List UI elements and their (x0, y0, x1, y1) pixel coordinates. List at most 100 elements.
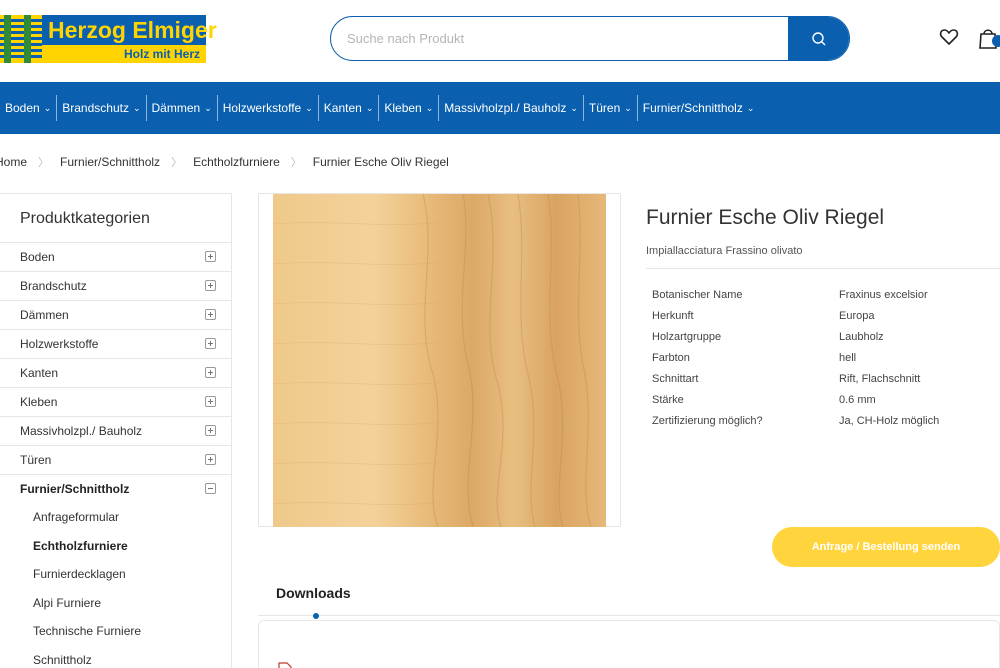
sidebar-item-label: Furnier/Schnittholz (20, 482, 130, 496)
sidebar-item-brandschutz[interactable]: Brandschutz (0, 271, 231, 300)
main-nav: Boden ⌄ Brandschutz ⌄ Dämmen ⌄ Holzwerkstof… (0, 82, 1000, 134)
chevron-down-icon: ⌄ (132, 103, 141, 113)
downloads-panel (258, 620, 1000, 668)
nav-item-massivholz[interactable]: Massivholzpl./ Bauholz ⌄ (439, 82, 583, 134)
expand-icon[interactable] (205, 251, 216, 262)
property-key: Schnittart (652, 373, 699, 385)
expand-icon[interactable] (205, 309, 216, 320)
collapse-icon[interactable] (205, 483, 216, 494)
tab-downloads[interactable]: Downloads (276, 585, 351, 601)
sidebar-subitem-alpi[interactable]: Alpi Furniere (0, 589, 231, 618)
nav-item-label: Kleben (384, 101, 422, 115)
sidebar-item-label: Dämmen (20, 308, 69, 322)
sidebar-subitem-technische[interactable]: Technische Furniere (0, 617, 231, 646)
search-input[interactable] (331, 17, 789, 60)
sidebar-item-massivholz[interactable]: Massivholzpl./ Bauholz (0, 416, 231, 445)
nav-item-kleben[interactable]: Kleben ⌄ (379, 82, 438, 134)
property-value: Fraxinus excelsior (839, 289, 928, 301)
product-subtitle: Impiallacciatura Frassino olivato (646, 245, 803, 257)
nav-item-label: Boden (5, 101, 40, 115)
chevron-down-icon: ⌄ (746, 103, 755, 113)
sidebar-title: Produktkategorien (20, 210, 150, 227)
sidebar-item-label: Kleben (20, 395, 58, 409)
chevron-down-icon: ⌄ (425, 103, 434, 113)
sidebar-subitem-echtholzfurniere[interactable]: Echtholzfurniere (0, 532, 231, 561)
expand-icon[interactable] (205, 454, 216, 465)
breadcrumb-item[interactable]: Echtholzfurniere (193, 155, 280, 169)
pdf-icon[interactable] (278, 662, 292, 668)
breadcrumb-home[interactable]: Home (0, 155, 27, 169)
property-key: Herkunft (652, 310, 694, 322)
sidebar-subitem-schnittholz[interactable]: Schnittholz (0, 646, 231, 668)
nav-item-label: Kanten (323, 101, 362, 115)
property-value: hell (839, 352, 857, 364)
nav-item-label: Türen (588, 101, 621, 115)
sidebar-item-furnier[interactable]: Furnier/Schnittholz (0, 474, 231, 503)
nav-item-label: Massivholzpl./ Bauholz (444, 101, 567, 115)
veneer-swatch-image (273, 194, 606, 527)
tab-underline (258, 615, 1000, 616)
chevron-down-icon: ⌄ (43, 103, 52, 113)
expand-icon[interactable] (205, 338, 216, 349)
category-sidebar: Produktkategorien Boden Brandschutz Dämm… (0, 193, 232, 668)
nav-item-label: Furnier/Schnittholz (642, 101, 743, 115)
sidebar-item-label: Kanten (20, 366, 59, 380)
nav-item-brandschutz[interactable]: Brandschutz ⌄ (57, 82, 145, 134)
divider (646, 268, 1000, 269)
sidebar-item-tueren[interactable]: Türen (0, 445, 231, 474)
sidebar-item-kanten[interactable]: Kanten (0, 358, 231, 387)
heart-icon[interactable] (939, 27, 959, 47)
logo-tagline: Holz mit Herz (42, 45, 206, 63)
sidebar-item-holzwerkstoffe[interactable]: Holzwerkstoffe (0, 329, 231, 358)
sidebar-subitem-anfrageformular[interactable]: Anfrageformular (0, 503, 231, 532)
chevron-down-icon: ⌄ (204, 103, 212, 113)
chevron-right-icon: 〉 (290, 157, 302, 169)
breadcrumb: Home 〉 Furnier/Schnittholz 〉 Echtholzfur… (0, 154, 449, 170)
property-key: Holzartgruppe (652, 331, 722, 343)
bag-icon[interactable] (978, 26, 1000, 50)
logo-mark-icon (0, 15, 42, 63)
search-bar (330, 16, 850, 61)
property-key: Botanischer Name (652, 289, 743, 301)
search-icon (811, 31, 825, 45)
request-order-button[interactable]: Anfrage / Bestellung senden (772, 527, 1000, 567)
property-value: Ja, CH-Holz möglich (839, 415, 940, 427)
nav-item-furnier[interactable]: Furnier/Schnittholz ⌄ (638, 82, 760, 134)
property-value: 0.6 mm (839, 394, 876, 406)
sidebar-item-boden[interactable]: Boden (0, 242, 231, 271)
search-button[interactable] (788, 17, 849, 60)
sidebar-item-label: Boden (20, 250, 55, 264)
chevron-right-icon: 〉 (38, 157, 50, 169)
chevron-down-icon: ⌄ (570, 103, 578, 113)
nav-item-boden[interactable]: Boden ⌄ (0, 82, 56, 134)
nav-item-daemmen[interactable]: Dämmen ⌄ (147, 82, 217, 134)
category-list: Boden Brandschutz Dämmen Holzwerkstoffe … (0, 242, 231, 668)
sidebar-item-kleben[interactable]: Kleben (0, 387, 231, 416)
logo[interactable]: Herzog Elmiger Holz mit Herz (0, 15, 217, 63)
chevron-down-icon: ⌄ (305, 103, 313, 113)
breadcrumb-current: Furnier Esche Oliv Riegel (312, 155, 449, 169)
sidebar-item-label: Brandschutz (20, 279, 87, 293)
site-header: Herzog Elmiger Holz mit Herz (0, 0, 1000, 82)
sidebar-item-label: Massivholzpl./ Bauholz (20, 424, 143, 438)
nav-item-label: Holzwerkstoffe (222, 101, 302, 115)
property-key: Farbton (652, 352, 690, 364)
sidebar-item-daemmen[interactable]: Dämmen (0, 300, 231, 329)
nav-item-holzwerkstoffe[interactable]: Holzwerkstoffe ⌄ (218, 82, 318, 134)
nav-item-label: Dämmen (151, 101, 201, 115)
logo-name: Herzog Elmiger (42, 15, 217, 45)
product-image[interactable] (258, 193, 621, 527)
expand-icon[interactable] (205, 396, 216, 407)
active-tab-indicator (313, 613, 319, 619)
property-value: Laubholz (839, 331, 884, 343)
nav-item-kanten[interactable]: Kanten ⌄ (319, 82, 379, 134)
sidebar-subitem-furnierdecklagen[interactable]: Furnierdecklagen (0, 560, 231, 589)
expand-icon[interactable] (205, 425, 216, 436)
sidebar-item-label: Türen (20, 453, 52, 467)
sidebar-item-label: Holzwerkstoffe (20, 337, 99, 351)
property-key: Stärke (652, 394, 684, 406)
breadcrumb-item[interactable]: Furnier/Schnittholz (60, 155, 160, 169)
nav-item-tueren[interactable]: Türen ⌄ (584, 82, 637, 134)
expand-icon[interactable] (205, 280, 216, 291)
expand-icon[interactable] (205, 367, 216, 378)
